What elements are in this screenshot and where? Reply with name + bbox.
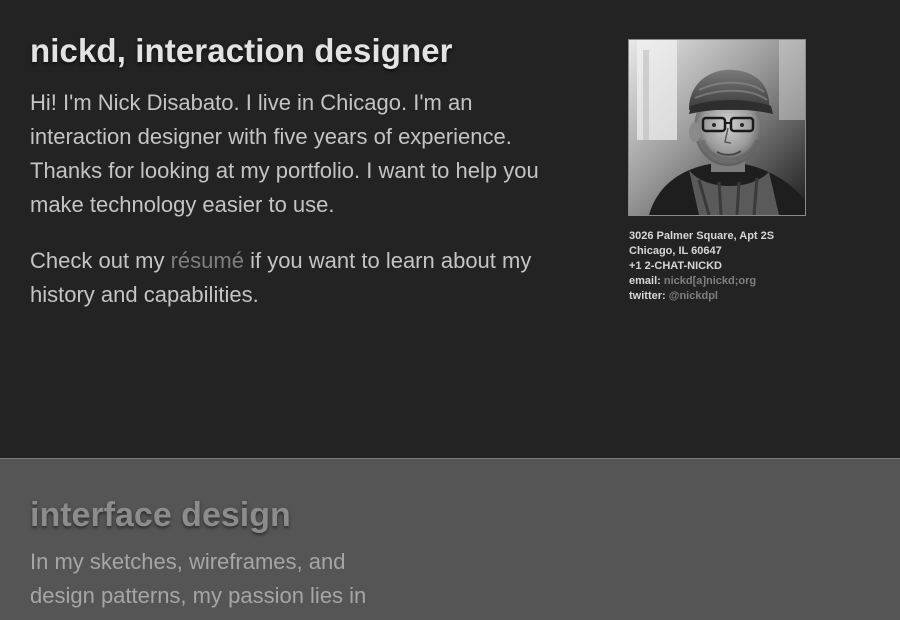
section-paragraph: In my sketches, wireframes, and design p…	[30, 549, 367, 608]
email-row: email: nickd[a]nickd;org	[629, 274, 774, 289]
intro-paragraph: Hi! I'm Nick Disabato. I live in Chicago…	[30, 90, 539, 217]
email-link[interactable]: nickd[a]nickd;org	[664, 275, 756, 287]
twitter-label: twitter:	[629, 290, 666, 302]
resume-prefix: Check out my	[30, 248, 171, 273]
address-line-2: Chicago, IL 60647	[629, 245, 722, 257]
twitter-row: twitter: @nickdpl	[629, 289, 774, 304]
twitter-link[interactable]: @nickdpl	[669, 290, 718, 302]
resume-paragraph: Check out my résumé if you want to learn…	[30, 244, 570, 312]
profile-photo	[628, 39, 806, 216]
contact-info: 3026 Palmer Square, Apt 2S Chicago, IL 6…	[629, 229, 774, 304]
email-label: email:	[629, 275, 661, 287]
resume-link[interactable]: résumé	[171, 248, 244, 273]
portrait-photo-icon	[629, 40, 805, 215]
site-title: nickd, interaction designer	[30, 32, 453, 69]
section-title: interface design	[30, 496, 291, 534]
phone-number: +1 2-CHAT-NICKD	[629, 260, 723, 272]
address-line-1: 3026 Palmer Square, Apt 2S	[629, 230, 775, 242]
